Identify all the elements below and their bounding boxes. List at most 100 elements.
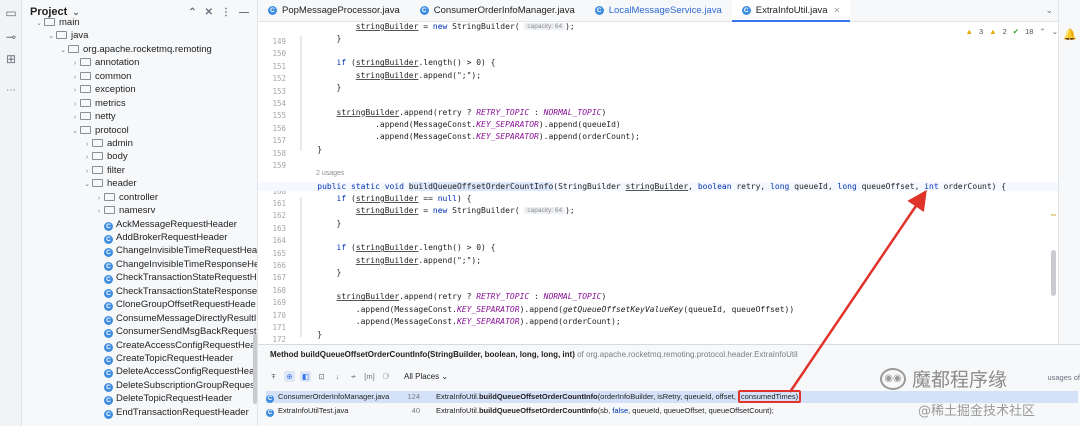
tree-folder-item[interactable]: › filter — [22, 164, 257, 177]
tree-class-item[interactable]: C DeleteTopicRequestHeader — [22, 392, 257, 406]
chevron-right-icon[interactable]: › — [70, 57, 80, 70]
text-format-icon[interactable]: Ŧ — [268, 371, 279, 382]
tree-class-item[interactable]: C CreateAccessConfigRequestHea — [22, 339, 257, 352]
tree-class-item[interactable]: C CloneGroupOffsetRequestHeade — [22, 298, 257, 312]
class-icon: C — [104, 369, 113, 379]
method-declaration-line: public static void buildQueueOffsetOrder… — [258, 181, 1080, 191]
chevron-right-icon[interactable]: › — [70, 71, 80, 84]
usages-hint[interactable]: 2 usages — [316, 170, 344, 177]
line-number: 162 — [272, 211, 286, 221]
tree-class-item[interactable]: C DeleteSubscriptionGroupReques — [22, 379, 257, 392]
chevron-down-icon[interactable]: ⌄ — [82, 178, 92, 191]
chevron-right-icon[interactable]: › — [70, 84, 80, 97]
editor-tab[interactable]: C ConsumerOrderInfoManager.java — [410, 0, 585, 21]
tree-item-label: CreateTopicRequestHeader — [116, 352, 234, 364]
tree-item-label: ChangeInvisibleTimeRequestHea — [116, 245, 258, 257]
usage-args: (sb, — [597, 406, 613, 415]
tree-folder-item[interactable]: › annotation — [22, 56, 257, 69]
code-line: } — [298, 34, 342, 44]
code-area[interactable]: stringBuilder = new StringBuilder( capac… — [258, 22, 1080, 344]
bracket-icon[interactable]: [m] — [364, 371, 375, 382]
code-line: stringBuilder.append(";"); — [355, 255, 482, 265]
usage-line: 40 — [411, 406, 420, 415]
tree-class-item[interactable]: C CheckTransactionStateResponse — [22, 285, 257, 298]
chevron-right-icon[interactable]: › — [82, 138, 92, 151]
class-icon: C — [594, 6, 604, 15]
chevron-down-icon[interactable]: ⌄ — [46, 30, 56, 43]
tree-class-item[interactable]: C ChangeInvisibleTimeRequestHea — [22, 244, 258, 258]
tab-list-icon[interactable]: ⌄ — [1045, 5, 1053, 16]
chevron-right-icon[interactable]: › — [82, 151, 92, 164]
folder-icon — [56, 31, 67, 40]
chevron-down-icon[interactable]: ⌄ — [34, 17, 44, 30]
preview-icon[interactable]: ◧ — [300, 371, 311, 382]
folder-icon — [80, 98, 91, 107]
class-icon: C — [266, 409, 274, 417]
tree-item-label: metrics — [95, 97, 126, 109]
tree-folder-item[interactable]: › namesrv — [22, 204, 257, 217]
tree-class-item[interactable]: C AddBrokerRequestHeader — [22, 231, 257, 244]
code-line: stringBuilder.append(";"); — [355, 70, 482, 80]
tree-folder-item[interactable]: ⌄ protocol — [22, 124, 257, 137]
project-scrollbar[interactable] — [253, 334, 257, 404]
structure-icon[interactable]: ⊞ — [4, 52, 18, 66]
tree-folder-item[interactable]: ⌄ org.apache.rocketmq.remoting — [22, 43, 257, 56]
chevron-right-icon[interactable]: › — [94, 192, 104, 205]
tree-item-label: filter — [107, 164, 125, 176]
close-tab-icon[interactable]: ✕ — [834, 6, 841, 15]
editor-tab[interactable]: C ExtraInfoUtil.java ✕ — [731, 0, 851, 22]
tree-item-label: header — [107, 178, 137, 190]
editor-scrollbar[interactable] — [1051, 250, 1056, 296]
tree-folder-item[interactable]: › body — [22, 150, 257, 163]
chevron-right-icon[interactable]: › — [70, 98, 80, 111]
tree-class-item[interactable]: C DeleteAccessConfigRequestHea — [22, 365, 257, 379]
tree-class-item[interactable]: C CreateTopicRequestHeader — [22, 352, 257, 365]
chevron-right-icon[interactable]: › — [70, 111, 80, 124]
tree-folder-item[interactable]: › common — [22, 70, 257, 83]
navigate-icon[interactable]: ⊕ — [284, 371, 295, 382]
tree-folder-item[interactable]: › netty — [22, 110, 257, 123]
line-number: 150 — [272, 49, 286, 59]
tree-item-label: exception — [95, 84, 136, 96]
chevron-down-icon[interactable]: ⌄ — [58, 44, 68, 57]
tree-class-item[interactable]: C AckMessageRequestHeader — [22, 218, 257, 231]
project-folder-icon[interactable]: ▭ — [4, 6, 18, 20]
tree-folder-item[interactable]: ⌄ java — [22, 29, 257, 42]
notifications-icon[interactable]: 🔔 — [1063, 28, 1077, 41]
chevron-right-icon[interactable]: › — [82, 165, 92, 178]
import-icon[interactable]: ↓ — [332, 371, 343, 382]
chevron-down-icon[interactable]: ⌄ — [70, 125, 80, 138]
tree-class-item[interactable]: C CheckTransactionStateRequestH — [22, 271, 257, 285]
code-line: if (stringBuilder.length() > 0) { — [336, 58, 496, 68]
highlighted-argument: consumedTimes) — [737, 390, 802, 403]
scope-dropdown[interactable]: All Places ⌄ — [404, 372, 448, 381]
tree-class-item[interactable]: C ChangeInvisibleTimeResponseHe — [22, 258, 257, 271]
group-icon[interactable]: ⊡ — [316, 371, 327, 382]
tree-folder-item[interactable]: › exception — [22, 83, 257, 96]
tree-folder-item[interactable]: › controller — [22, 191, 257, 204]
tree-folder-item[interactable]: › metrics — [22, 97, 257, 110]
tree-folder-item[interactable]: ⌄ header — [22, 177, 257, 190]
tree-folder-item[interactable]: › admin — [22, 137, 257, 150]
line-number: 158 — [272, 148, 286, 158]
editor-tab[interactable]: C PopMessageProcessor.java — [258, 0, 410, 21]
folder-icon — [80, 71, 91, 80]
more-icon[interactable]: ⋯ — [4, 84, 18, 98]
usage-prefix: ExtraInfoUtil. — [436, 406, 479, 415]
tree-item-label: annotation — [95, 57, 140, 69]
tree-item-label: ChangeInvisibleTimeResponseHe — [116, 258, 258, 270]
read-access-icon[interactable]: ≁ — [348, 371, 359, 382]
commit-icon[interactable]: ⊸ — [4, 30, 18, 44]
watermark-juejin: @稀土掘金技术社区 — [918, 404, 1036, 419]
tree-item-label: AckMessageRequestHeader — [116, 218, 237, 230]
class-icon: C — [104, 248, 113, 258]
tree-class-item[interactable]: C EndTransactionRequestHeader — [22, 406, 257, 419]
tree-class-item[interactable]: C ConsumeMessageDirectlyResultI — [22, 312, 257, 325]
tree-class-item[interactable]: C ConsumerSendMsgBackRequest — [22, 325, 257, 339]
chevron-right-icon[interactable]: › — [94, 205, 104, 218]
regex-icon[interactable]: ∗ͥ — [380, 371, 391, 382]
editor-tab[interactable]: C LocalMessageService.java — [585, 0, 732, 21]
scrollbar-marker — [1051, 214, 1056, 216]
tree-folder-item[interactable]: ⌄ main — [22, 16, 257, 29]
class-icon: C — [104, 409, 113, 419]
